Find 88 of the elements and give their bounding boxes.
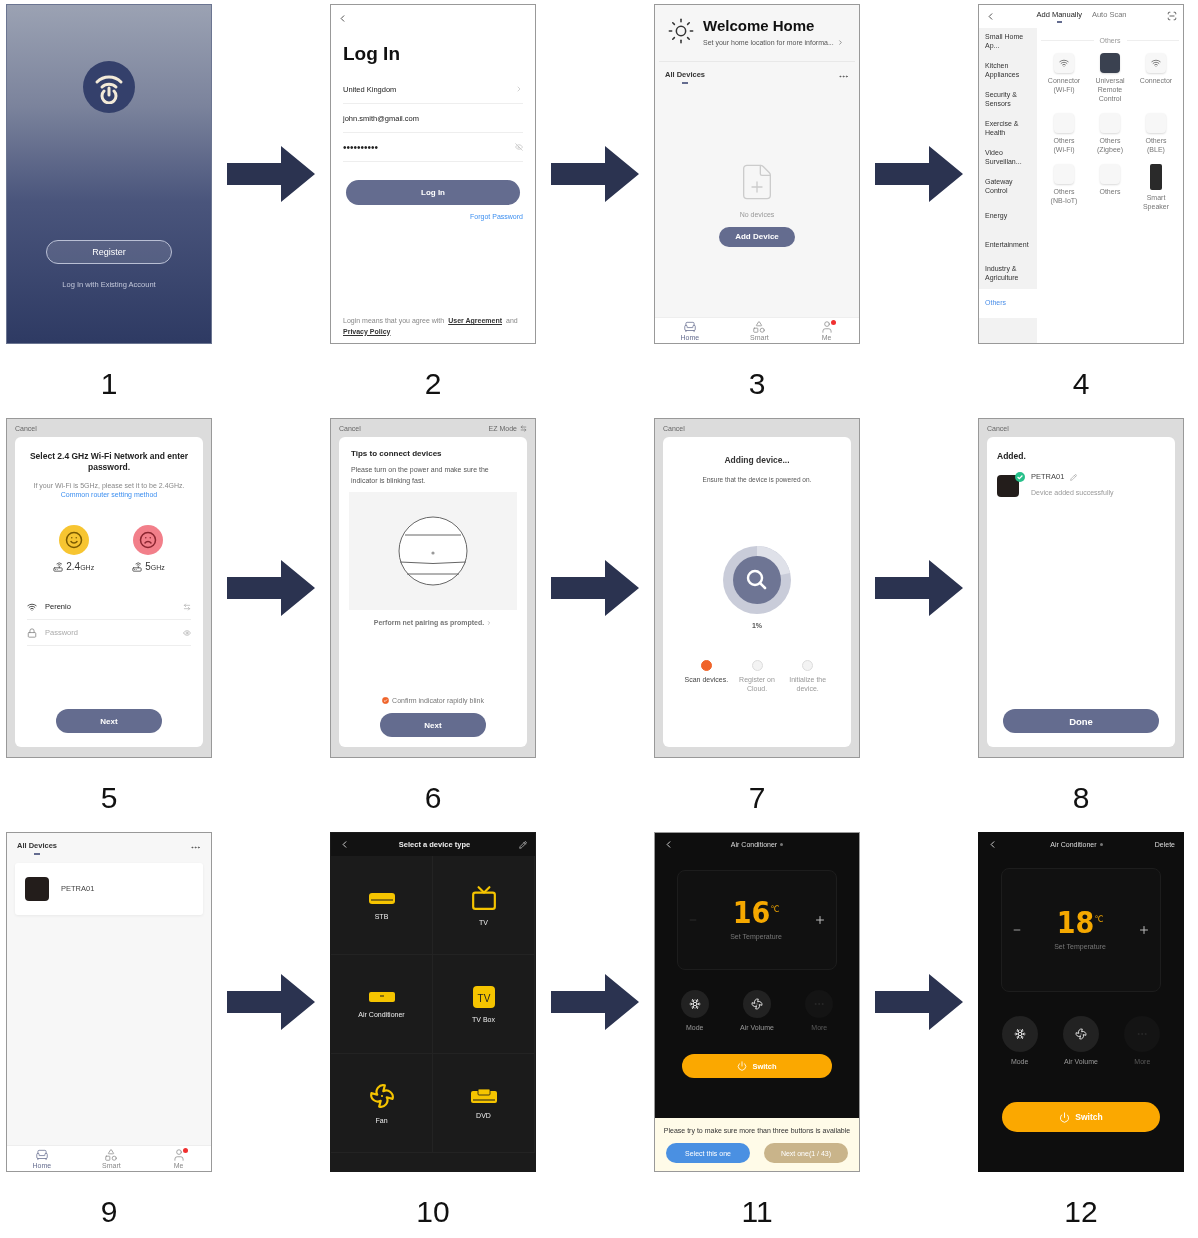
tv-box-icon: TV xyxy=(472,985,495,1008)
swap-icon xyxy=(520,425,527,433)
device-icon xyxy=(1100,112,1120,133)
arrow-icon xyxy=(227,560,315,616)
step-number: 10 xyxy=(416,1198,450,1226)
step-number: 2 xyxy=(424,370,442,398)
lock-icon xyxy=(27,627,37,638)
added-title: Added. xyxy=(997,451,1027,463)
device-icon xyxy=(1100,164,1120,185)
arrow-icon xyxy=(227,974,315,1030)
page-title: Log In xyxy=(343,43,401,65)
control-button[interactable] xyxy=(743,990,771,1018)
sun-icon xyxy=(667,17,695,45)
next-button[interactable]: Next xyxy=(380,713,486,737)
router-icon xyxy=(132,562,143,573)
step-number: 7 xyxy=(748,784,766,812)
register-button[interactable]: Register xyxy=(46,240,172,264)
fan-icon xyxy=(1075,1028,1087,1040)
switch-network-icon[interactable] xyxy=(183,602,191,611)
plus-icon[interactable] xyxy=(1138,924,1150,936)
armchair-icon xyxy=(682,320,697,334)
arrow-icon xyxy=(551,146,639,202)
snowflake-icon xyxy=(1013,1028,1026,1040)
tv-icon xyxy=(470,884,497,911)
wifi-device-icon xyxy=(1146,52,1166,73)
person-icon xyxy=(171,1148,186,1162)
step-number: 6 xyxy=(424,784,442,812)
login-button[interactable]: Log In xyxy=(346,180,520,205)
tips-title: Tips to connect devices xyxy=(351,449,443,460)
dropdown-dot-icon xyxy=(1099,843,1103,846)
air-conditioner-icon xyxy=(367,990,396,1003)
control-button[interactable] xyxy=(680,990,709,1018)
arrow-icon xyxy=(227,146,315,202)
device-icon xyxy=(1054,164,1074,185)
search-progress-drawing xyxy=(722,544,792,615)
step-number: 8 xyxy=(1072,784,1090,812)
shapes-icon xyxy=(752,320,767,334)
dvd-player-icon xyxy=(469,1087,498,1104)
person-icon xyxy=(819,320,834,334)
plus-icon[interactable] xyxy=(814,914,826,926)
device-icon xyxy=(1054,112,1074,133)
step-number: 9 xyxy=(100,1198,118,1226)
chevron-icon xyxy=(836,39,844,47)
control-button[interactable] xyxy=(1001,1016,1038,1052)
device-icon xyxy=(997,475,1019,498)
wifi-title: Select 2.4 GHz Wi-Fi Network and enter password. xyxy=(28,451,190,474)
scan-icon[interactable] xyxy=(1167,11,1177,22)
fan-icon xyxy=(751,998,763,1010)
arrow-icon xyxy=(875,560,963,616)
step-number: 12 xyxy=(1064,1198,1098,1226)
arrow-icon xyxy=(875,146,963,202)
step-number: 3 xyxy=(748,370,766,398)
router-icon xyxy=(53,562,64,573)
temperature-value: 16$^{℃}$ xyxy=(732,898,780,929)
arrow-icon xyxy=(551,974,639,1030)
speaker-icon xyxy=(1150,164,1162,191)
done-button[interactable]: Done xyxy=(1003,709,1159,733)
wifi-device-icon xyxy=(1054,52,1074,73)
welcome-title: Welcome Home xyxy=(703,17,816,34)
shapes-icon xyxy=(104,1148,119,1162)
step-number: 1 xyxy=(100,370,118,398)
wifi-icon xyxy=(27,601,37,612)
step-number: 5 xyxy=(100,784,118,812)
dropdown-dot-icon xyxy=(780,843,784,846)
arrow-icon xyxy=(551,560,639,616)
step-number: 4 xyxy=(1072,370,1090,398)
step-number: 11 xyxy=(741,1198,773,1226)
adding-title: Adding device... xyxy=(723,455,791,467)
device-icon xyxy=(25,876,49,901)
app-logo-icon xyxy=(83,61,135,113)
remote-device-icon xyxy=(1100,52,1120,73)
snowflake-icon xyxy=(688,998,701,1010)
arrow-icon xyxy=(875,974,963,1030)
power-icon xyxy=(737,1061,748,1072)
device-icon xyxy=(1146,112,1166,133)
armchair-icon xyxy=(34,1148,49,1162)
chevron-icon xyxy=(486,620,493,627)
checked-checkbox[interactable] xyxy=(382,696,390,704)
success-check-icon xyxy=(1015,472,1025,483)
add-device-button[interactable]: Add Device xyxy=(719,226,795,247)
fan-icon xyxy=(368,1082,395,1109)
next-button[interactable]: Next xyxy=(56,709,162,733)
password-field[interactable]: •••••••••• xyxy=(343,133,523,162)
temperature-value: 18$^{℃}$ xyxy=(1056,908,1104,939)
set-top-box-icon xyxy=(367,890,396,905)
chevron-icon xyxy=(515,85,523,93)
power-icon xyxy=(1059,1111,1071,1123)
control-button[interactable] xyxy=(1063,1016,1099,1052)
